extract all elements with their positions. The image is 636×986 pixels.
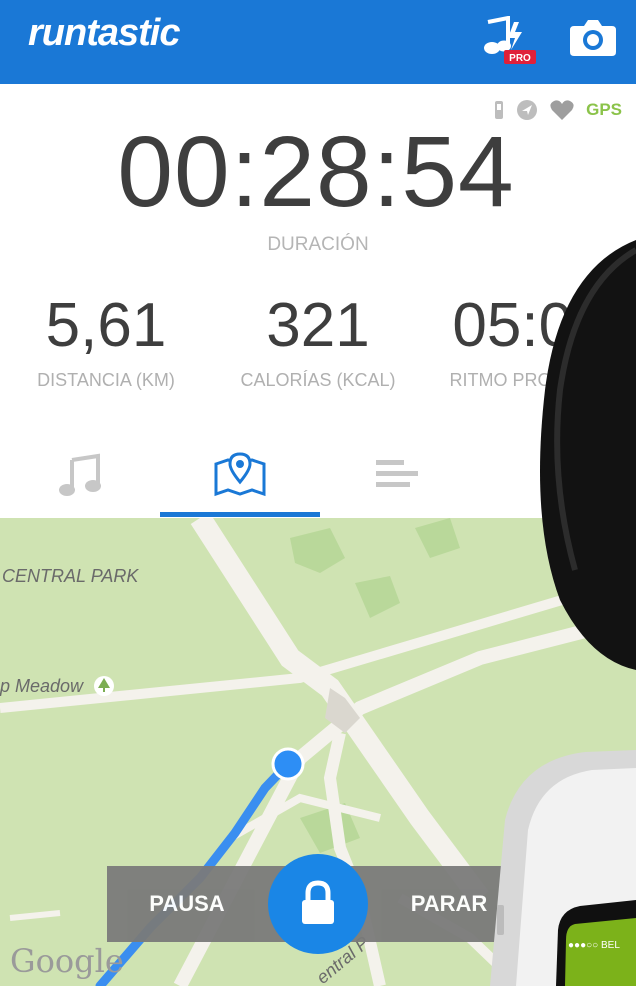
svg-text:PRO: PRO [509, 53, 531, 64]
stop-button[interactable]: PARAR [369, 866, 529, 942]
distance-label: DISTANCIA (KM) [37, 370, 175, 390]
stat-distance: 5,61 DISTANCIA (KM) [0, 290, 212, 391]
runtastic-logo: runtastic [28, 12, 180, 54]
music-note-icon [59, 453, 101, 496]
pace-label: RITMO PROMEDIO [449, 370, 611, 390]
view-tabs [0, 430, 636, 519]
pace-value: 05:09 [452, 291, 608, 360]
stat-calories: 321 CALORÍAS (KCAL) [212, 290, 424, 391]
music-pro-icon[interactable]: PRO [482, 16, 538, 66]
tab-map[interactable] [160, 430, 320, 518]
app-header: runtastic PRO [0, 0, 636, 84]
stat-pace: 05:09 RITMO PROMEDIO [424, 290, 636, 391]
distance-value: 5,61 [45, 291, 167, 360]
calories-value: 321 [266, 291, 370, 360]
map-label-park: CENTRAL PARK [2, 566, 139, 586]
duration-label: DURACIÓN [267, 234, 369, 255]
list-bars-icon [376, 460, 418, 487]
lock-button[interactable] [268, 854, 368, 954]
google-attribution: Google [10, 942, 124, 980]
active-tab-indicator [160, 512, 320, 517]
device-signal-text: ●●●○○ BEL [568, 940, 620, 951]
tab-music[interactable] [0, 430, 160, 518]
map-label-meadow: p Meadow [0, 676, 84, 696]
lock-icon [302, 880, 334, 924]
camera-icon[interactable] [570, 18, 616, 56]
pause-button[interactable]: PAUSA [107, 866, 267, 942]
tab-splits[interactable] [320, 430, 480, 518]
calories-label: CALORÍAS (KCAL) [240, 370, 396, 390]
map-pin-icon [214, 452, 266, 497]
duration-value: 00:28:54 [117, 116, 515, 228]
